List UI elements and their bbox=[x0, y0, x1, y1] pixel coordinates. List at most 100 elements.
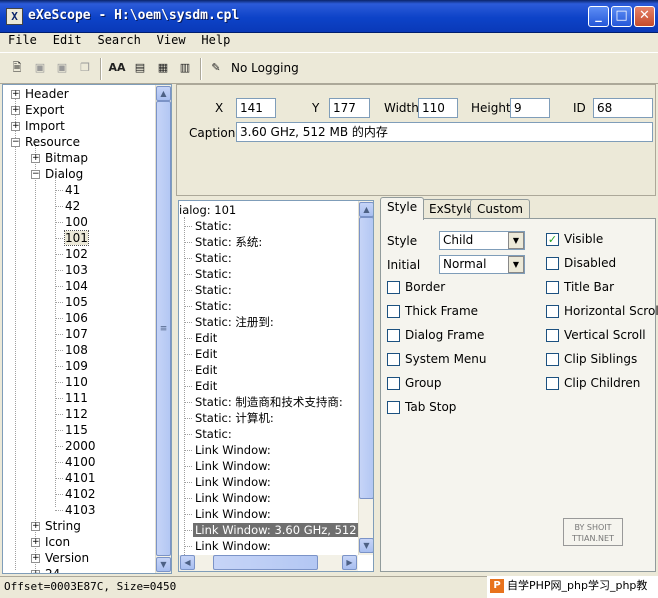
control-list-item[interactable]: Link Window: bbox=[195, 539, 271, 553]
checkbox-title-bar[interactable] bbox=[546, 281, 559, 294]
tree-node-104[interactable]: 104 bbox=[65, 279, 88, 293]
scroll-down-button[interactable]: ▼ bbox=[156, 557, 171, 572]
height-field[interactable]: 9 bbox=[510, 98, 550, 118]
close-button[interactable]: ✕ bbox=[634, 6, 655, 27]
tree-node-101[interactable]: 101 bbox=[64, 230, 89, 246]
dialog-controls-list[interactable]: ialog: 101 Static: Static: 系统: Static: Stat… bbox=[178, 200, 374, 572]
checkbox-visible[interactable]: ✓ bbox=[546, 233, 559, 246]
expand-icon[interactable]: + bbox=[31, 570, 40, 573]
checkbox-label[interactable]: Clip Children bbox=[564, 376, 640, 390]
control-list-item[interactable]: Link Window: bbox=[195, 491, 271, 505]
width-field[interactable]: 110 bbox=[418, 98, 458, 118]
scroll-left-button[interactable]: ◀ bbox=[180, 555, 195, 570]
tree-node-110[interactable]: 110 bbox=[65, 375, 88, 389]
collapse-icon[interactable]: − bbox=[11, 138, 20, 147]
tree-node-icon[interactable]: Icon bbox=[45, 535, 70, 549]
tree-node-2000[interactable]: 2000 bbox=[65, 439, 96, 453]
checkbox-vertical-scroll[interactable] bbox=[546, 329, 559, 342]
checkbox-label[interactable]: Vertical Scroll bbox=[564, 328, 646, 342]
checkbox-label[interactable]: Visible bbox=[564, 232, 603, 246]
tab-custom[interactable]: Custom bbox=[470, 199, 530, 219]
expand-icon[interactable]: + bbox=[31, 538, 40, 547]
tree-node-102[interactable]: 102 bbox=[65, 247, 88, 261]
checkbox-horizontal-scroll[interactable] bbox=[546, 305, 559, 318]
checkbox-dialog-frame[interactable] bbox=[387, 329, 400, 342]
list-horizontal-scrollbar[interactable]: ◀ ▶ bbox=[179, 555, 358, 571]
tree-node-41[interactable]: 41 bbox=[65, 183, 80, 197]
control-list-item[interactable]: Edit bbox=[195, 379, 217, 393]
tree-node-106[interactable]: 106 bbox=[65, 311, 88, 325]
control-list-item[interactable]: Static: bbox=[195, 267, 232, 281]
tree-node-115[interactable]: 115 bbox=[65, 423, 88, 437]
scroll-up-button[interactable]: ▲ bbox=[359, 202, 373, 217]
new-file-icon[interactable]: 🗎 bbox=[8, 59, 26, 77]
scroll-thumb[interactable] bbox=[359, 217, 373, 499]
scroll-down-button[interactable]: ▼ bbox=[359, 538, 373, 553]
tree-node-import[interactable]: Import bbox=[25, 119, 65, 133]
control-list-item[interactable]: Edit bbox=[195, 331, 217, 345]
list-vertical-scrollbar[interactable]: ▲ ▼ bbox=[358, 201, 373, 555]
checkbox-border[interactable] bbox=[387, 281, 400, 294]
dialog-icon[interactable]: ▦ bbox=[154, 59, 172, 77]
tree-node-105[interactable]: 105 bbox=[65, 295, 88, 309]
expand-icon[interactable]: + bbox=[11, 122, 20, 131]
menu-view[interactable]: View bbox=[157, 33, 186, 47]
menu-file[interactable]: File bbox=[8, 33, 37, 47]
tab-style[interactable]: Style bbox=[380, 197, 425, 220]
save-icon[interactable]: ▣ bbox=[31, 59, 49, 77]
scroll-thumb[interactable]: ≡ bbox=[156, 101, 171, 556]
menu-help[interactable]: Help bbox=[201, 33, 230, 47]
checkbox-label[interactable]: Clip Siblings bbox=[564, 352, 637, 366]
y-field[interactable]: 177 bbox=[329, 98, 370, 118]
scroll-thumb[interactable] bbox=[213, 555, 318, 570]
checkbox-thick-frame[interactable] bbox=[387, 305, 400, 318]
control-list-item[interactable]: Static: 注册到: bbox=[195, 315, 274, 329]
scroll-up-button[interactable]: ▲ bbox=[156, 86, 171, 101]
logging-icon[interactable]: ✎ bbox=[207, 59, 225, 77]
tree-node-108[interactable]: 108 bbox=[65, 343, 88, 357]
tree-node-4103[interactable]: 4103 bbox=[65, 503, 96, 517]
control-list-item[interactable]: Static: 系统: bbox=[195, 235, 262, 249]
tree-node-4101[interactable]: 4101 bbox=[65, 471, 96, 485]
scroll-right-button[interactable]: ▶ bbox=[342, 555, 357, 570]
tree-node-resource[interactable]: Resource bbox=[25, 135, 80, 149]
checkbox-label[interactable]: Tab Stop bbox=[405, 400, 456, 414]
expand-icon[interactable]: + bbox=[11, 90, 20, 99]
control-list-item[interactable]: Static: bbox=[195, 251, 232, 265]
tree-node-111[interactable]: 111 bbox=[65, 391, 88, 405]
chevron-down-icon[interactable]: ▼ bbox=[508, 256, 524, 273]
tree-node-109[interactable]: 109 bbox=[65, 359, 88, 373]
checkbox-label[interactable]: Horizontal Scroll bbox=[564, 304, 658, 318]
checkbox-system-menu[interactable] bbox=[387, 353, 400, 366]
checkbox-label[interactable]: Group bbox=[405, 376, 442, 390]
maximize-button[interactable]: □ bbox=[611, 6, 632, 27]
resource-tree[interactable]: + Header + Export + Import − Resource + Bitmap − Di… bbox=[2, 84, 172, 574]
checkbox-label[interactable]: Title Bar bbox=[564, 280, 614, 294]
control-list-item[interactable]: Static: bbox=[195, 219, 232, 233]
caption-field[interactable]: 3.60 GHz, 512 MB 的内存 bbox=[236, 122, 653, 142]
app-icon[interactable]: X bbox=[6, 8, 23, 25]
copy-icon[interactable]: ❐ bbox=[76, 59, 94, 77]
checkbox-label[interactable]: Thick Frame bbox=[405, 304, 478, 318]
control-list-item[interactable]: Link Window: bbox=[195, 475, 271, 489]
control-list-item[interactable]: Edit bbox=[195, 363, 217, 377]
checkbox-label[interactable]: Dialog Frame bbox=[405, 328, 484, 342]
tree-vertical-scrollbar[interactable]: ▲ ≡ ▼ bbox=[155, 85, 171, 573]
checkbox-group[interactable] bbox=[387, 377, 400, 390]
control-list-item[interactable]: Link Window: bbox=[195, 459, 271, 473]
style-combo[interactable]: Child ▼ bbox=[439, 231, 525, 250]
tree-node-4102[interactable]: 4102 bbox=[65, 487, 96, 501]
tree-node-103[interactable]: 103 bbox=[65, 263, 88, 277]
window-icon[interactable]: ▥ bbox=[176, 59, 194, 77]
expand-icon[interactable]: + bbox=[31, 522, 40, 531]
control-list-item[interactable]: Link Window: bbox=[195, 507, 271, 521]
checkbox-tab-stop[interactable] bbox=[387, 401, 400, 414]
font-icon[interactable]: AA bbox=[107, 59, 127, 77]
control-list-item[interactable]: Edit bbox=[195, 347, 217, 361]
logging-label[interactable]: No Logging bbox=[231, 61, 299, 75]
tree-node-string[interactable]: String bbox=[45, 519, 81, 533]
id-field[interactable]: 68 bbox=[593, 98, 653, 118]
control-list-item[interactable]: Static: 制造商和技术支持商: bbox=[195, 395, 343, 409]
expand-icon[interactable]: + bbox=[11, 106, 20, 115]
control-list-item[interactable]: Link Window: 3.60 GHz, 512 MB bbox=[193, 523, 373, 537]
